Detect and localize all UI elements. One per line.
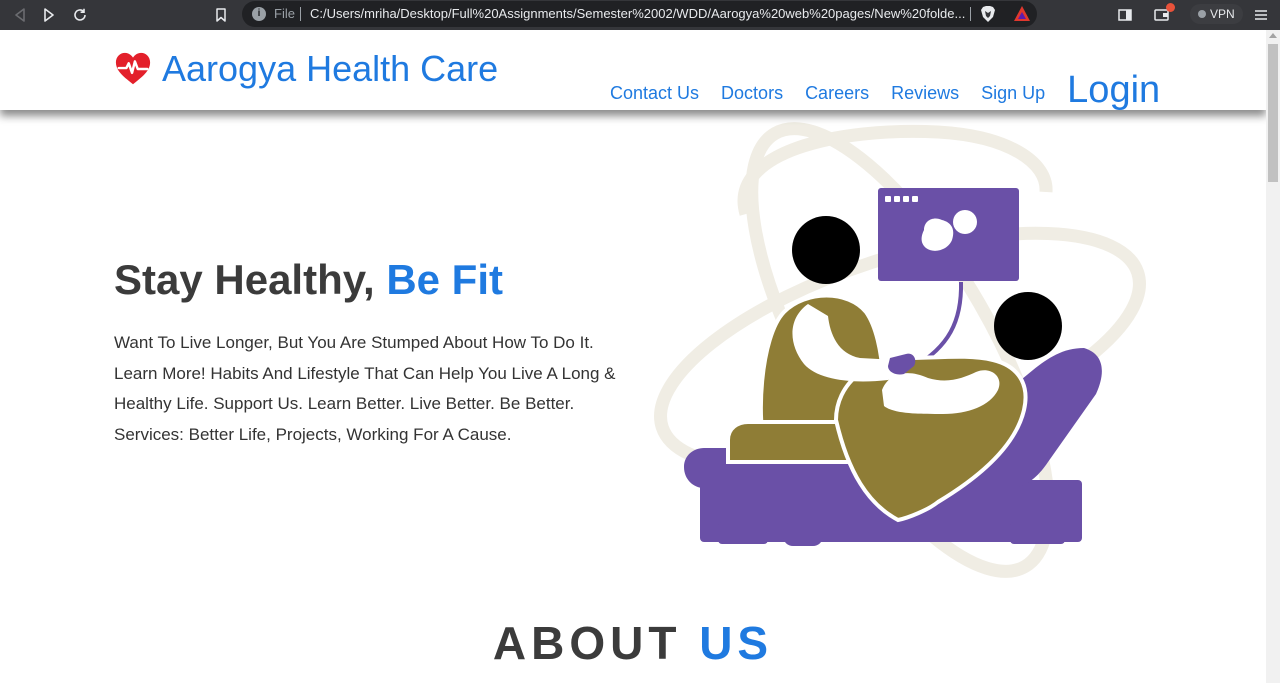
menu-icon[interactable]: [1250, 4, 1272, 26]
hero-paragraph: Want To Live Longer, But You Are Stumped…: [114, 333, 616, 444]
vpn-label: VPN: [1210, 7, 1235, 21]
reload-icon[interactable]: [69, 4, 91, 26]
vpn-button[interactable]: VPN: [1190, 4, 1243, 24]
nav-doctors[interactable]: Doctors: [721, 83, 783, 104]
divider: [300, 7, 301, 21]
address-bar[interactable]: i File C:/Users/mriha/Desktop/Full%20Ass…: [242, 1, 1037, 27]
hero-title-accent: Be Fit: [386, 256, 503, 303]
about-title-text: ABOUT: [492, 617, 700, 669]
brand-name: Aarogya Health Care: [162, 48, 499, 89]
url-text[interactable]: C:/Users/mriha/Desktop/Full%20Assignment…: [310, 6, 968, 21]
vpn-status-icon: [1198, 10, 1206, 18]
about-title-accent: US: [699, 617, 774, 669]
main-nav: Contact Us Doctors Careers Reviews Sign …: [610, 66, 1160, 112]
nav-reviews[interactable]: Reviews: [891, 83, 959, 104]
info-icon[interactable]: i: [252, 7, 266, 21]
nav-careers[interactable]: Careers: [805, 83, 869, 104]
about-us-heading: ABOUT US: [0, 616, 1266, 670]
nav-login[interactable]: Login: [1067, 69, 1160, 112]
page-scrollbar[interactable]: [1266, 30, 1280, 683]
page-viewport: Aarogya Health Care Contact Us Doctors C…: [0, 30, 1266, 683]
site-header: Aarogya Health Care Contact Us Doctors C…: [0, 30, 1266, 112]
hero-title: Stay Healthy, Be Fit: [114, 256, 503, 304]
browser-toolbar: i File C:/Users/mriha/Desktop/Full%20Ass…: [0, 0, 1280, 30]
scroll-up-icon[interactable]: [1269, 33, 1277, 38]
nav-sign-up[interactable]: Sign Up: [981, 83, 1045, 104]
hero-title-text: Stay Healthy,: [114, 256, 387, 303]
ultrasound-illustration: [654, 122, 1146, 578]
forward-icon[interactable]: [38, 4, 60, 26]
sidebar-icon[interactable]: [1114, 4, 1136, 26]
logo[interactable]: Aarogya Health Care: [114, 48, 498, 90]
brave-rewards-icon[interactable]: [1013, 5, 1031, 22]
nav-contact-us[interactable]: Contact Us: [610, 83, 699, 104]
scrollbar-thumb[interactable]: [1268, 44, 1278, 182]
brave-shield-icon[interactable]: [980, 5, 996, 23]
divider: [970, 7, 971, 21]
back-icon[interactable]: [9, 4, 31, 26]
file-label: File: [274, 6, 295, 21]
notification-dot: [1166, 3, 1175, 12]
heart-pulse-icon: [115, 52, 151, 85]
bookmark-icon[interactable]: [210, 4, 232, 26]
